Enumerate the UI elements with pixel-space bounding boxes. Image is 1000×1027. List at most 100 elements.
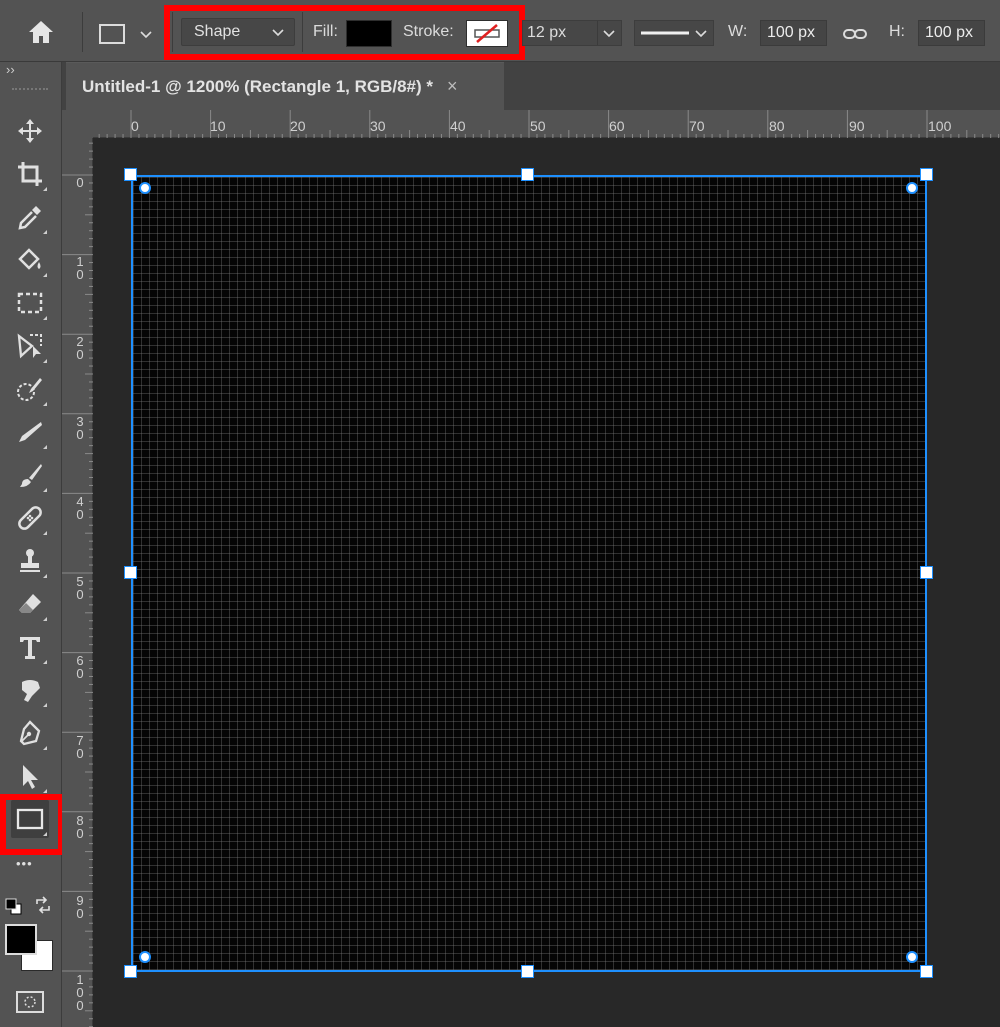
type-icon bbox=[20, 637, 40, 659]
edit-toolbar-button[interactable]: ••• bbox=[16, 856, 33, 871]
tool-preset-picker[interactable] bbox=[98, 20, 154, 48]
transform-handle-bottom[interactable] bbox=[521, 965, 534, 978]
height-field[interactable]: 100 px bbox=[918, 20, 985, 46]
quick-mask-icon bbox=[16, 991, 44, 1013]
ruler-label-y: 90 bbox=[76, 893, 84, 921]
path-selection-tool[interactable] bbox=[11, 757, 49, 795]
transform-handle-bottom-left[interactable] bbox=[124, 965, 137, 978]
transform-handle-bottom-right[interactable] bbox=[920, 965, 933, 978]
quick-selection-icon bbox=[17, 378, 42, 401]
transform-handle-right[interactable] bbox=[920, 566, 933, 579]
width-label: W: bbox=[728, 23, 748, 40]
ruler-label-x: 80 bbox=[769, 118, 785, 134]
link-dimensions-button[interactable] bbox=[842, 20, 868, 48]
ruler-label-y: 10 bbox=[76, 254, 84, 282]
ruler-label-y: 30 bbox=[76, 414, 84, 442]
rectangular-marquee-icon bbox=[17, 292, 43, 314]
transform-handle-left[interactable] bbox=[124, 566, 137, 579]
ruler-label-y: 100 bbox=[76, 972, 84, 1013]
width-field[interactable]: 100 px bbox=[760, 20, 827, 46]
rectangle-preset-icon bbox=[99, 24, 125, 44]
stroke-swatch[interactable] bbox=[466, 20, 508, 47]
chevron-down-icon bbox=[140, 31, 152, 39]
brush-icon bbox=[20, 464, 42, 487]
link-icon bbox=[843, 29, 867, 39]
default-colors-button[interactable] bbox=[5, 898, 23, 921]
ruler-label-x: 90 bbox=[849, 118, 865, 134]
height-label: H: bbox=[889, 23, 905, 40]
collapse-panel-button[interactable]: ›› bbox=[6, 62, 15, 77]
transform-handle-top-right[interactable] bbox=[920, 168, 933, 181]
corner-radius-handle-top-left[interactable] bbox=[139, 182, 151, 194]
chevron-down-icon bbox=[603, 30, 615, 38]
corner-radius-handle-bottom-left[interactable] bbox=[139, 951, 151, 963]
no-color-icon bbox=[474, 24, 500, 43]
transform-handle-top[interactable] bbox=[521, 168, 534, 181]
paint-bucket-tool[interactable] bbox=[11, 241, 49, 279]
pen-tool[interactable] bbox=[11, 714, 49, 752]
smudge-tool[interactable] bbox=[11, 413, 49, 451]
object-selection-tool[interactable] bbox=[11, 327, 49, 365]
ruler-label-x: 0 bbox=[131, 118, 139, 134]
fill-swatch[interactable] bbox=[346, 20, 392, 47]
move-tool[interactable] bbox=[11, 112, 49, 150]
ruler-label-x: 30 bbox=[370, 118, 386, 134]
ruler-label-y: 20 bbox=[76, 334, 84, 362]
path-selection-icon bbox=[23, 765, 38, 789]
ruler-label-y: 50 bbox=[76, 574, 84, 602]
ruler-label-y: 70 bbox=[76, 733, 84, 761]
eraser-tool[interactable] bbox=[11, 585, 49, 623]
quick-mask-button[interactable] bbox=[15, 990, 45, 1019]
rectangle-shape-layer[interactable] bbox=[131, 175, 927, 972]
options-bar: Shape Fill: Stroke: 12 px W: 100 px H: 1… bbox=[0, 0, 1000, 62]
ruler-label-x: 20 bbox=[290, 118, 306, 134]
corner-radius-handle-bottom-right[interactable] bbox=[906, 951, 918, 963]
smudge-icon bbox=[19, 422, 42, 442]
document-tab-strip: Untitled-1 @ 1200% (Rectangle 1, RGB/8#)… bbox=[62, 62, 1000, 110]
paint-bucket-icon bbox=[18, 248, 41, 270]
stroke-width-value: 12 px bbox=[527, 24, 567, 41]
swap-colors-button[interactable] bbox=[34, 896, 52, 919]
finger-paint-icon bbox=[22, 680, 40, 702]
chevron-down-icon bbox=[272, 29, 284, 37]
rectangle-tool[interactable] bbox=[11, 800, 49, 838]
close-tab-button[interactable]: × bbox=[447, 76, 458, 97]
eyedropper-icon bbox=[18, 206, 41, 230]
ruler-label-x: 50 bbox=[530, 118, 546, 134]
panel-grip[interactable] bbox=[12, 88, 48, 92]
tool-mode-dropdown[interactable]: Shape bbox=[181, 18, 295, 46]
healing-brush-tool[interactable] bbox=[11, 499, 49, 537]
eyedropper-tool[interactable] bbox=[11, 198, 49, 236]
horizontal-ruler[interactable]: 0 10 20 30 40 50 60 70 80 90 100 bbox=[93, 110, 1000, 138]
type-tool[interactable] bbox=[11, 628, 49, 666]
ruler-label-x: 60 bbox=[609, 118, 625, 134]
quick-selection-tool[interactable] bbox=[11, 370, 49, 408]
document-tab-title: Untitled-1 @ 1200% (Rectangle 1, RGB/8#)… bbox=[82, 76, 434, 96]
object-selection-icon bbox=[17, 333, 42, 359]
stroke-width-field[interactable]: 12 px bbox=[522, 20, 622, 46]
ruler-label-x: 40 bbox=[450, 118, 466, 134]
ruler-origin[interactable] bbox=[62, 110, 93, 138]
ruler-label-y: 0 bbox=[76, 175, 84, 190]
tool-mode-value: Shape bbox=[194, 23, 241, 40]
transform-handle-top-left[interactable] bbox=[124, 168, 137, 181]
fill-label: Fill: bbox=[313, 23, 338, 40]
foreground-color-swatch[interactable] bbox=[5, 924, 37, 955]
stroke-type-dropdown[interactable] bbox=[634, 20, 714, 46]
corner-radius-handle-top-right[interactable] bbox=[906, 182, 918, 194]
crop-tool[interactable] bbox=[11, 155, 49, 193]
clone-stamp-tool[interactable] bbox=[11, 542, 49, 580]
marquee-tool[interactable] bbox=[11, 284, 49, 322]
tools-panel: ›› ••• bbox=[0, 62, 64, 1027]
swap-colors-icon bbox=[36, 896, 50, 914]
solid-line-icon bbox=[641, 31, 689, 35]
ruler-label-y: 80 bbox=[76, 813, 84, 841]
finger-paint-tool[interactable] bbox=[11, 671, 49, 709]
move-icon bbox=[18, 119, 42, 143]
brush-tool[interactable] bbox=[11, 456, 49, 494]
crop-icon bbox=[18, 162, 42, 186]
home-button[interactable] bbox=[26, 18, 56, 46]
document-tab[interactable]: Untitled-1 @ 1200% (Rectangle 1, RGB/8#)… bbox=[66, 62, 504, 110]
home-icon bbox=[29, 21, 53, 43]
vertical-ruler[interactable]: 0 10 20 30 40 50 60 70 80 90 100 bbox=[62, 138, 93, 1027]
